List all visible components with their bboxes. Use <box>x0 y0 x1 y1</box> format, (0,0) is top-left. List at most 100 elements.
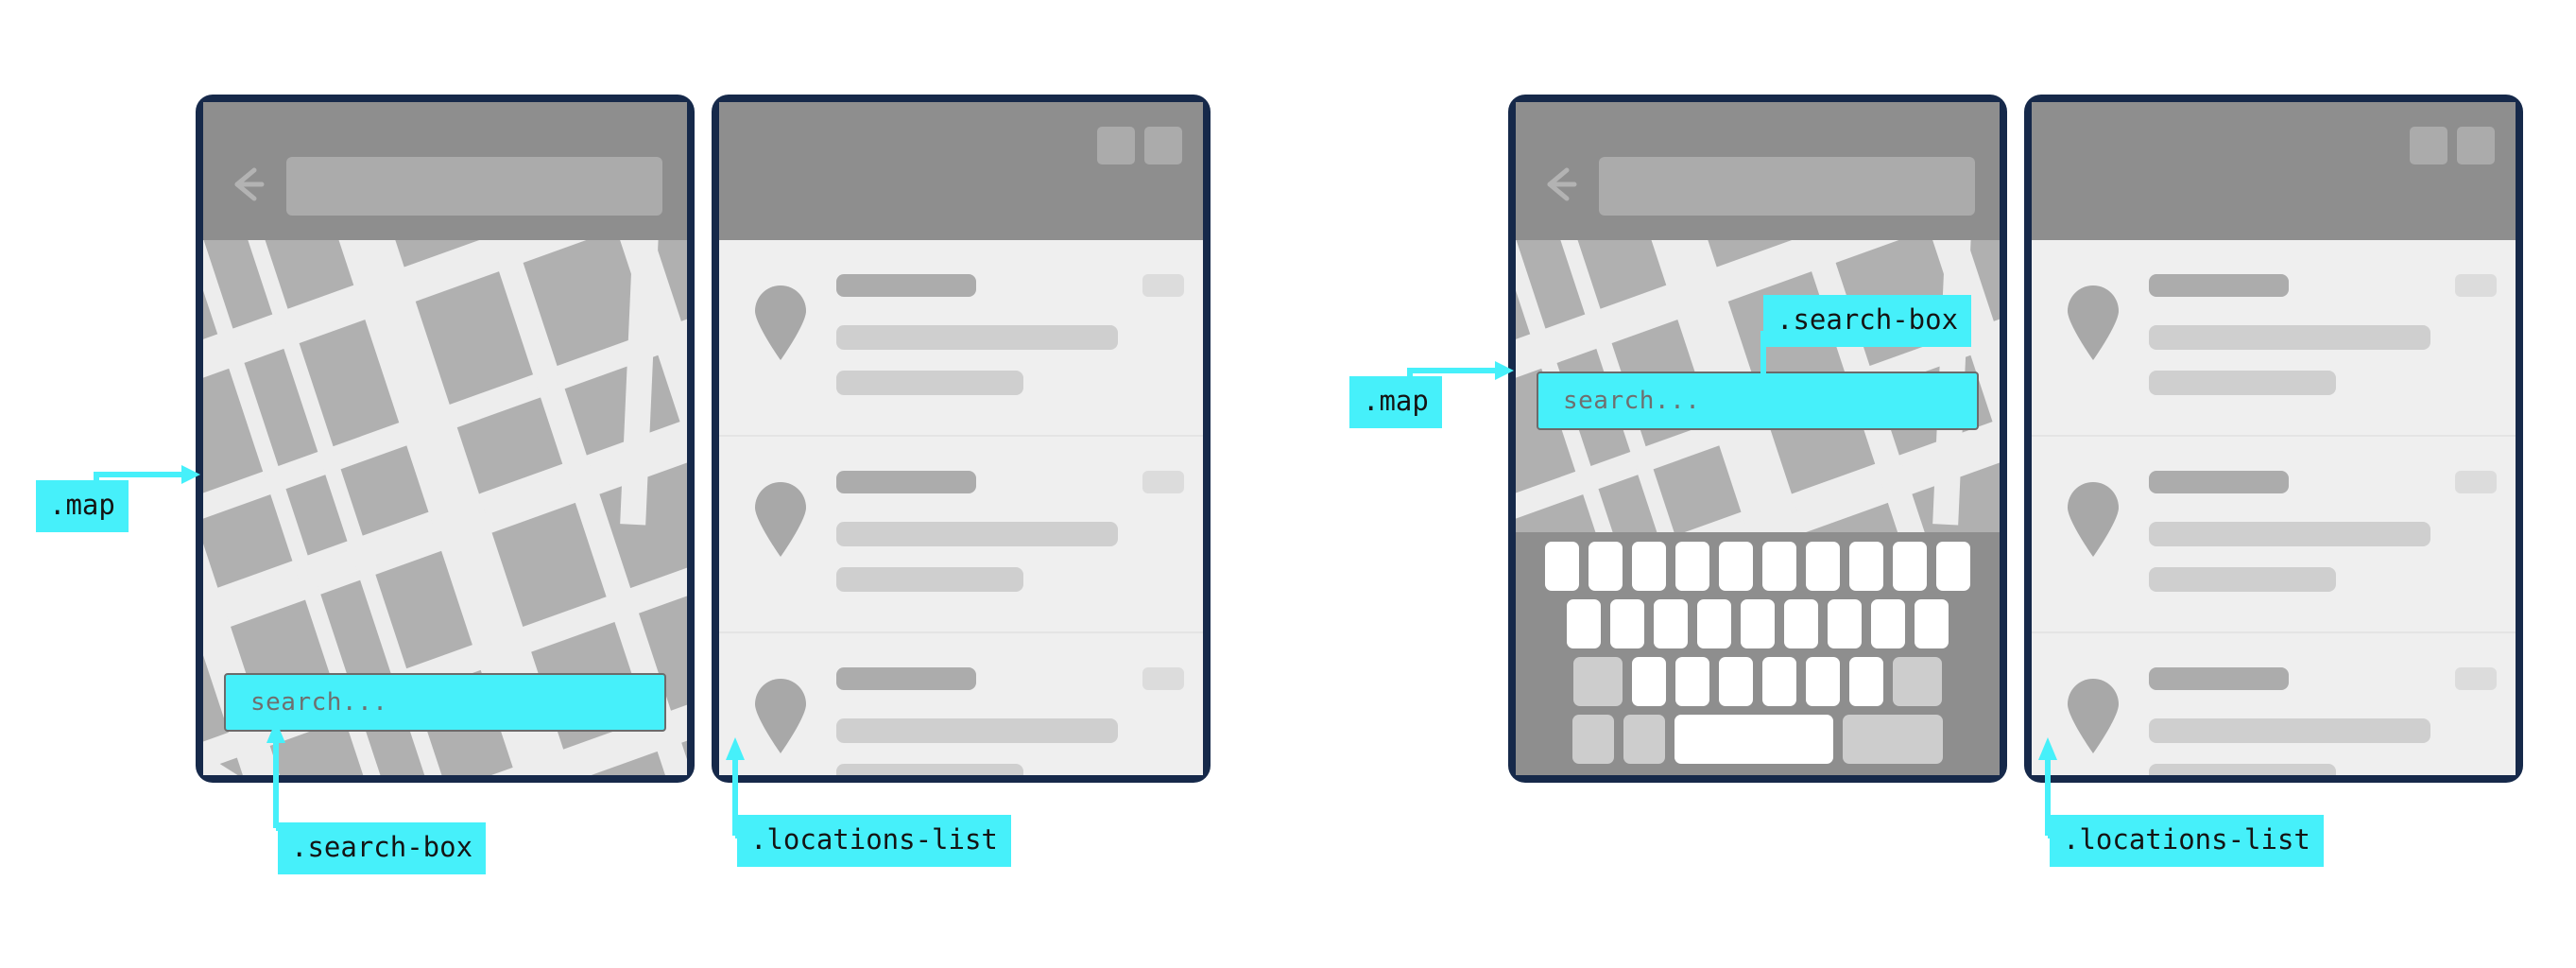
list-item-badge <box>2455 471 2497 493</box>
key-letter[interactable] <box>1762 542 1796 591</box>
list-item-body <box>836 667 1184 775</box>
key-letter[interactable] <box>1545 542 1579 591</box>
search-placeholder: search... <box>1563 387 1701 415</box>
list-item-line-2 <box>836 371 1023 395</box>
map-phone-right: search... <box>1508 95 2007 783</box>
map-topbar-left <box>203 102 687 240</box>
locations-topbar-right <box>2032 102 2516 240</box>
key-space[interactable] <box>1674 715 1833 764</box>
list-item-line-1 <box>2149 718 2430 743</box>
key-letter[interactable] <box>1610 599 1644 648</box>
locations-list-left[interactable] <box>719 240 1203 775</box>
search-placeholder: search... <box>250 688 388 717</box>
list-item[interactable] <box>719 633 1203 775</box>
key-letter[interactable] <box>1849 657 1883 706</box>
annotation-map-left: .map <box>36 480 129 532</box>
back-arrow-icon[interactable] <box>226 163 269 206</box>
key-letter[interactable] <box>1675 657 1709 706</box>
locations-phone-right <box>2024 95 2523 783</box>
map-screen-left: search... <box>203 102 687 775</box>
key-letter[interactable] <box>1849 542 1883 591</box>
list-item-line-2 <box>836 567 1023 592</box>
list-item-title-bar <box>2149 471 2289 493</box>
list-item-line-1 <box>836 718 1118 743</box>
annotation-locations-list-right: .locations-list <box>2050 815 2324 867</box>
list-item-line-1 <box>2149 522 2430 546</box>
key-letter[interactable] <box>1871 599 1905 648</box>
key-backspace[interactable] <box>1893 657 1942 706</box>
list-item-badge <box>2455 667 2497 690</box>
key-shift[interactable] <box>1573 657 1623 706</box>
annotation-label: .map <box>49 489 115 521</box>
mockup-canvas: search... search... .map .search-box .lo… <box>0 0 2576 968</box>
list-item[interactable] <box>2032 633 2516 775</box>
list-item-badge <box>1142 471 1184 493</box>
key-letter[interactable] <box>1936 542 1970 591</box>
onscreen-keyboard[interactable] <box>1516 532 2000 775</box>
map-pin-icon <box>2066 285 2121 361</box>
locations-screen-left <box>719 102 1203 775</box>
key-letter[interactable] <box>1632 657 1666 706</box>
list-item-title-bar <box>836 667 976 690</box>
annotation-search-box-right: .search-box <box>1763 295 1972 347</box>
annotation-label: .locations-list <box>750 823 998 856</box>
list-item-title-bar <box>836 471 976 493</box>
back-arrow-icon[interactable] <box>1538 163 1582 206</box>
locations-list-right[interactable] <box>2032 240 2516 775</box>
key-letter[interactable] <box>1632 542 1666 591</box>
header-square-1-icon[interactable] <box>2410 127 2447 164</box>
list-item[interactable] <box>719 437 1203 633</box>
key-letter[interactable] <box>1719 542 1753 591</box>
list-item-line-1 <box>836 325 1118 350</box>
key-letter[interactable] <box>1675 542 1709 591</box>
key-letter[interactable] <box>1567 599 1601 648</box>
key-letter[interactable] <box>1654 599 1688 648</box>
key-letter[interactable] <box>1697 599 1731 648</box>
key-letter[interactable] <box>1762 657 1796 706</box>
key-letter[interactable] <box>1828 599 1862 648</box>
map-pin-icon <box>753 285 808 361</box>
list-item-line-2 <box>836 764 1023 775</box>
key-letter[interactable] <box>1915 599 1949 648</box>
list-item-badge <box>1142 274 1184 297</box>
list-item[interactable] <box>2032 240 2516 437</box>
map-topbar-field-left[interactable] <box>286 157 662 216</box>
keyboard-row-2 <box>1523 599 1992 648</box>
map-pin-icon <box>753 482 808 558</box>
key-letter[interactable] <box>1589 542 1623 591</box>
annotation-map-right: .map <box>1349 376 1442 428</box>
list-item-title-bar <box>836 274 976 297</box>
list-item-body <box>2149 471 2497 592</box>
map-topbar-field-right[interactable] <box>1599 157 1975 216</box>
key-symbols[interactable] <box>1572 715 1614 764</box>
list-item-body <box>2149 274 2497 395</box>
annotation-label: .locations-list <box>2063 823 2310 856</box>
key-emoji[interactable] <box>1623 715 1665 764</box>
locations-phone-left <box>712 95 1211 783</box>
annotation-label: .search-box <box>1777 303 1959 336</box>
list-item-badge <box>2455 274 2497 297</box>
key-enter[interactable] <box>1843 715 1943 764</box>
list-item[interactable] <box>2032 437 2516 633</box>
key-letter[interactable] <box>1741 599 1775 648</box>
key-letter[interactable] <box>1784 599 1818 648</box>
key-letter[interactable] <box>1719 657 1753 706</box>
key-letter[interactable] <box>1893 542 1927 591</box>
connector-search-box-left <box>265 718 312 832</box>
key-letter[interactable] <box>1806 542 1840 591</box>
header-square-1-icon[interactable] <box>1097 127 1135 164</box>
list-item-body <box>2149 667 2497 775</box>
map-phone-left: search... <box>196 95 695 783</box>
header-square-2-icon[interactable] <box>1144 127 1182 164</box>
key-letter[interactable] <box>1806 657 1840 706</box>
keyboard-row-1 <box>1523 542 1992 591</box>
list-item-line-2 <box>2149 567 2336 592</box>
list-item-body <box>836 274 1184 395</box>
annotation-label: .map <box>1363 385 1429 417</box>
keyboard-row-3 <box>1523 657 1992 706</box>
list-item-title-bar <box>2149 274 2289 297</box>
locations-screen-right <box>2032 102 2516 775</box>
list-item[interactable] <box>719 240 1203 437</box>
header-square-2-icon[interactable] <box>2457 127 2495 164</box>
map-pin-icon <box>2066 482 2121 558</box>
